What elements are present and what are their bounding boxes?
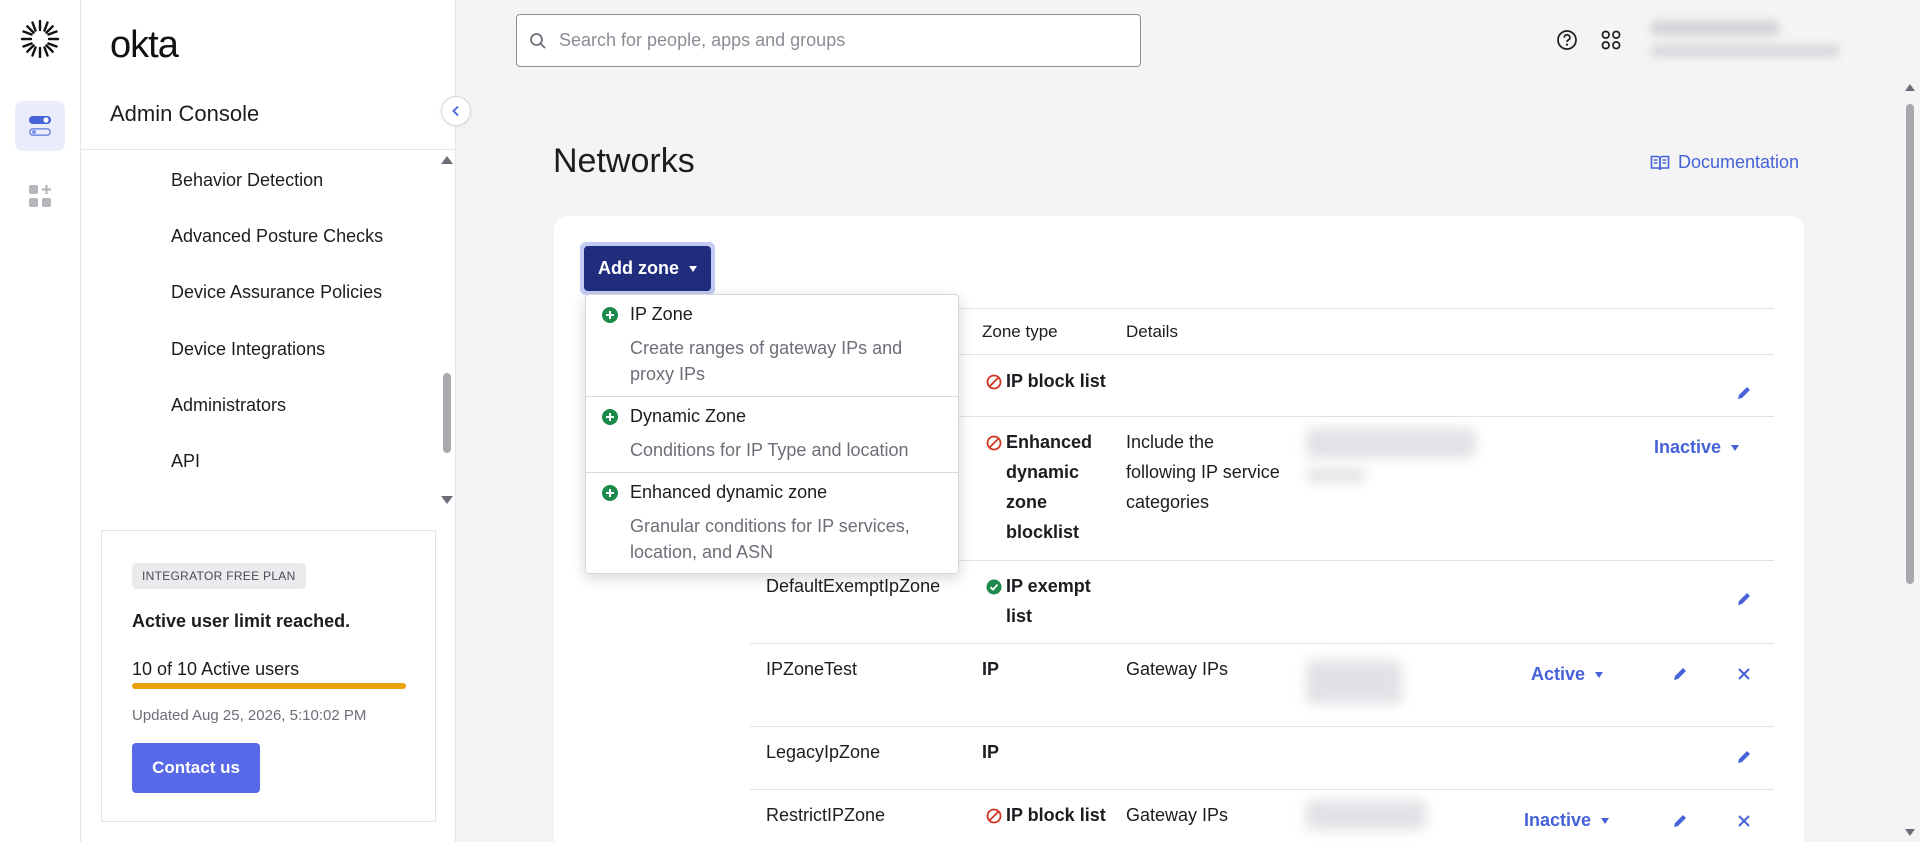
zone-name-cell[interactable]: RestrictIPZone xyxy=(766,800,885,830)
plan-card: INTEGRATOR FREE PLAN Active user limit r… xyxy=(101,530,436,822)
scroll-down-arrow-icon[interactable] xyxy=(441,496,453,504)
sidebar-item-administrators[interactable]: Administrators xyxy=(171,395,286,416)
block-icon xyxy=(986,435,1002,451)
zone-name-cell[interactable]: IPZoneTest xyxy=(766,654,857,684)
add-apps-icon[interactable] xyxy=(15,171,65,221)
sidebar-nav: Behavior Detection Advanced Posture Chec… xyxy=(81,150,436,500)
zone-type-cell: IP block list xyxy=(986,800,1106,830)
zone-name-cell[interactable]: DefaultExemptIpZone xyxy=(766,571,940,601)
documentation-link-label: Documentation xyxy=(1678,152,1800,172)
scroll-up-arrow-icon[interactable] xyxy=(1905,84,1915,91)
zone-name-cell[interactable]: LegacyIpZone xyxy=(766,737,880,767)
okta-wordmark: okta xyxy=(110,24,179,66)
redacted-value xyxy=(1306,660,1402,704)
add-zone-label: Add zone xyxy=(598,258,679,278)
caret-down-icon xyxy=(689,265,697,272)
details-cell: Gateway IPs xyxy=(1126,805,1229,825)
admin-toggle-icon[interactable] xyxy=(15,101,65,151)
details-cell: Gateway IPs xyxy=(1126,659,1229,679)
plan-badge: INTEGRATOR FREE PLAN xyxy=(132,563,306,589)
search-input[interactable] xyxy=(559,30,1119,51)
status-dropdown[interactable]: Inactive xyxy=(1654,437,1740,458)
page-title: Networks xyxy=(553,142,695,180)
chevron-left-icon xyxy=(452,105,459,117)
status-dropdown[interactable]: Active xyxy=(1531,664,1604,685)
block-icon xyxy=(986,374,1002,390)
usage-progress-bar xyxy=(132,683,406,689)
left-rail xyxy=(0,0,81,842)
page-scroll-thumb[interactable] xyxy=(1906,104,1914,584)
sidebar-item-api[interactable]: API xyxy=(171,451,200,472)
active-users-count: 10 of 10 Active users xyxy=(132,659,300,679)
zone-type-cell: IP xyxy=(982,659,1000,679)
caret-down-icon xyxy=(1595,671,1604,678)
user-menu-redacted[interactable] xyxy=(1650,14,1840,64)
add-zone-menu: IP Zone Create ranges of gateway IPs and… xyxy=(585,294,959,574)
scroll-up-arrow-icon[interactable] xyxy=(441,156,453,164)
page-scrollbar[interactable] xyxy=(1903,80,1917,842)
sidebar-item-behavior-detection[interactable]: Behavior Detection xyxy=(171,170,323,191)
add-zone-button[interactable]: Add zone xyxy=(580,242,715,295)
sidebar-scrollbar[interactable] xyxy=(440,152,454,504)
caret-down-icon xyxy=(1731,444,1740,451)
details-cell: Include the following IP service categor… xyxy=(1126,432,1280,512)
column-header-details[interactable]: Details xyxy=(1126,322,1178,342)
zone-type-cell: Enhanced dynamic zone blocklist xyxy=(986,427,1092,547)
zone-type-cell: IP block list xyxy=(986,366,1106,396)
sidebar-item-device-integrations[interactable]: Device Integrations xyxy=(171,339,325,360)
scroll-down-arrow-icon[interactable] xyxy=(1905,829,1915,836)
sidebar-item-advanced-posture-checks[interactable]: Advanced Posture Checks xyxy=(171,226,383,247)
delete-x-icon[interactable] xyxy=(1735,665,1753,683)
menu-option-dynamic-zone[interactable]: Dynamic Zone Conditions for IP Type and … xyxy=(586,397,958,472)
redacted-value xyxy=(1306,800,1426,830)
search-icon xyxy=(530,32,546,49)
zone-type-cell: IP exempt list xyxy=(986,571,1091,631)
console-title: Admin Console xyxy=(110,101,260,126)
menu-option-ip-zone[interactable]: IP Zone Create ranges of gateway IPs and… xyxy=(586,295,958,396)
delete-x-icon[interactable] xyxy=(1735,812,1753,830)
menu-option-enhanced-dynamic-zone[interactable]: Enhanced dynamic zone Granular condition… xyxy=(586,473,958,573)
global-search[interactable] xyxy=(516,14,1141,67)
plan-updated-timestamp: Updated Aug 25, 2026, 5:10:02 PM xyxy=(132,707,367,724)
edit-icon[interactable] xyxy=(1735,748,1753,766)
redacted-value xyxy=(1306,468,1366,482)
caret-down-icon xyxy=(1601,817,1610,824)
apps-grid-icon[interactable] xyxy=(1599,28,1623,52)
plus-circle-icon xyxy=(602,409,618,425)
okta-sunburst-logo-icon xyxy=(20,19,60,59)
plus-circle-icon xyxy=(602,307,618,323)
edit-icon[interactable] xyxy=(1735,590,1753,608)
help-icon[interactable] xyxy=(1555,28,1579,52)
edit-icon[interactable] xyxy=(1671,812,1689,830)
sidebar-item-device-assurance-policies[interactable]: Device Assurance Policies xyxy=(171,282,382,303)
contact-us-button[interactable]: Contact us xyxy=(132,743,260,793)
book-icon xyxy=(1650,155,1670,170)
plus-circle-icon xyxy=(602,485,618,501)
check-icon xyxy=(986,579,1002,595)
edit-icon[interactable] xyxy=(1735,384,1753,402)
sidebar-scroll-thumb[interactable] xyxy=(443,373,451,453)
edit-icon[interactable] xyxy=(1671,665,1689,683)
column-header-zone-type[interactable]: Zone type xyxy=(982,322,1058,342)
documentation-link[interactable]: Documentation xyxy=(1650,152,1799,173)
collapse-sidebar-button[interactable] xyxy=(441,96,471,126)
usage-progress-fill xyxy=(132,683,406,689)
plan-heading: Active user limit reached. xyxy=(132,611,351,631)
redacted-value xyxy=(1306,428,1476,458)
block-icon xyxy=(986,808,1002,824)
zone-type-cell: IP xyxy=(982,742,1000,762)
status-dropdown[interactable]: Inactive xyxy=(1524,810,1610,831)
sidebar: okta Admin Console Behavior Detection Ad… xyxy=(81,0,456,842)
